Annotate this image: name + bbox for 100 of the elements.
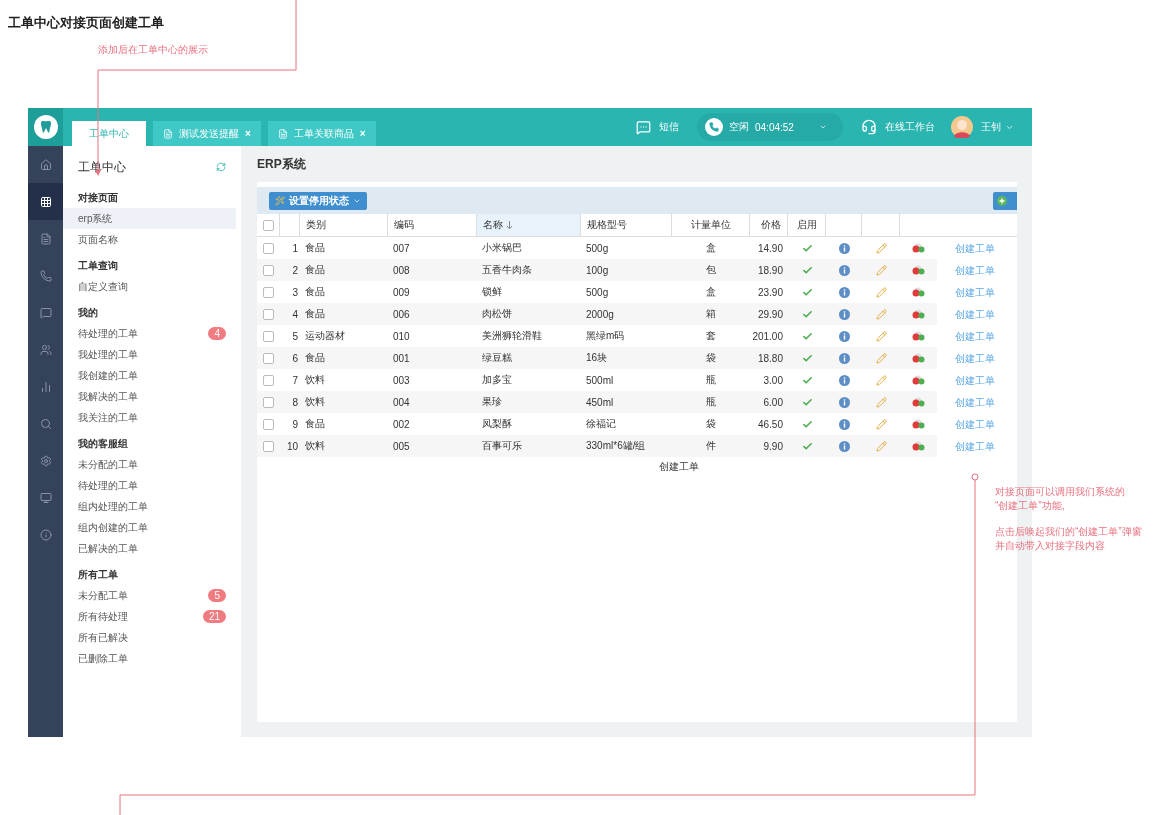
delete-icon[interactable]: [912, 353, 925, 363]
table-cell-text: 美洲狮轮滑鞋: [481, 329, 543, 343]
pencil-icon[interactable]: [875, 418, 887, 430]
column-header[interactable]: 名称: [477, 214, 581, 236]
table-cell-text: 006: [392, 307, 411, 322]
nav-label: 组内创建的工单: [78, 520, 148, 535]
nav-item[interactable]: 页面名称: [63, 229, 236, 250]
table-cell-text: 盒: [705, 285, 717, 299]
info-icon[interactable]: [838, 418, 850, 430]
delete-icon[interactable]: [912, 287, 925, 297]
nav-item[interactable]: 待处理的工单 4: [63, 323, 236, 344]
info-icon[interactable]: [838, 242, 850, 254]
nav-item[interactable]: 组内处理的工单: [63, 496, 236, 517]
table-cell-text: 010: [392, 329, 411, 344]
nav-heading: 对接页面: [77, 191, 118, 205]
pencil-icon[interactable]: [875, 308, 887, 320]
table-cell-text: 18.90: [756, 263, 784, 278]
table-cell-text: 005: [392, 439, 411, 454]
nav-item[interactable]: 未分配工单 5: [63, 585, 236, 606]
annotation-line: 点击后唤起我们的“创建工单”弹窗: [995, 525, 1142, 539]
delete-icon[interactable]: [912, 243, 925, 253]
nav-item[interactable]: 自定义查询: [63, 276, 236, 297]
row-number: 5: [291, 329, 299, 344]
info-icon[interactable]: [838, 396, 850, 408]
check-icon: [801, 308, 813, 320]
info-icon[interactable]: [838, 286, 850, 298]
nav-item[interactable]: 所有待处理 21: [63, 606, 236, 627]
row-checkbox[interactable]: [263, 308, 274, 320]
row-checkbox[interactable]: [263, 330, 274, 342]
table-cell-text: 食品: [304, 285, 326, 299]
nav-item[interactable]: 待处理的工单: [63, 475, 236, 496]
refresh-icon[interactable]: [216, 162, 226, 172]
pencil-icon[interactable]: [875, 440, 887, 452]
info-icon[interactable]: [838, 352, 850, 364]
table-cell-text: 001: [392, 351, 411, 366]
row-checkbox[interactable]: [263, 286, 274, 298]
table-cell-text: 饮料: [304, 395, 326, 409]
row-checkbox[interactable]: [263, 264, 274, 276]
delete-icon[interactable]: [912, 419, 925, 429]
nav-label: 我创建的工单: [78, 368, 138, 383]
pencil-icon[interactable]: [875, 242, 887, 254]
pencil-icon[interactable]: [875, 352, 887, 364]
table-cell-text: 004: [392, 395, 411, 410]
count-badge: 4: [208, 327, 226, 340]
info-icon[interactable]: [838, 440, 850, 452]
nav-item[interactable]: 所有已解决: [63, 627, 236, 648]
nav-label: 我处理的工单: [78, 347, 138, 362]
delete-icon[interactable]: [912, 309, 925, 319]
delete-icon[interactable]: [912, 441, 925, 451]
table-cell-text: 小米锅巴: [481, 241, 523, 255]
table-cell-text: 肉松饼: [481, 307, 513, 321]
row-checkbox[interactable]: [263, 374, 274, 386]
pencil-icon[interactable]: [875, 330, 887, 342]
nav-item[interactable]: 我解决的工单: [63, 386, 236, 407]
info-icon[interactable]: [838, 308, 850, 320]
document-title: 工单中心对接页面创建工单: [8, 14, 164, 32]
row-checkbox[interactable]: [263, 440, 274, 452]
row-checkbox[interactable]: [263, 418, 274, 430]
nav-item[interactable]: 已删除工单: [63, 648, 236, 669]
pencil-icon[interactable]: [875, 396, 887, 408]
search-icon: [39, 417, 52, 430]
row-number: 10: [285, 439, 299, 454]
nav-label: erp系统: [78, 211, 113, 226]
delete-icon[interactable]: [912, 265, 925, 275]
row-checkbox[interactable]: [263, 352, 274, 364]
table-cell-text: 23.90: [756, 285, 784, 300]
avatar[interactable]: [951, 116, 973, 138]
nav-item[interactable]: 我关注的工单: [63, 407, 236, 428]
pencil-icon[interactable]: [875, 374, 887, 386]
table-cell-text: 件: [705, 439, 717, 453]
annotation-note: 添加后在工单中心的展示: [98, 43, 208, 57]
select-all-checkbox[interactable]: [262, 219, 274, 231]
nav-item[interactable]: 我创建的工单: [63, 365, 236, 386]
nav-heading: 我的客服组: [77, 437, 128, 451]
nav-item[interactable]: 已解决的工单: [63, 538, 236, 559]
nav-label: 我解决的工单: [78, 389, 138, 404]
nav-item[interactable]: 我处理的工单: [63, 344, 236, 365]
info-icon[interactable]: [838, 374, 850, 386]
nav-label: 待处理的工单: [78, 326, 138, 341]
row-checkbox[interactable]: [263, 396, 274, 408]
delete-icon[interactable]: [912, 375, 925, 385]
info-icon[interactable]: [838, 330, 850, 342]
nav-item[interactable]: erp系统: [63, 208, 236, 229]
nav-item[interactable]: 组内创建的工单: [63, 517, 236, 538]
row-number: 4: [291, 307, 299, 322]
delete-icon[interactable]: [912, 331, 925, 341]
pencil-icon[interactable]: [875, 286, 887, 298]
nav-label: 组内处理的工单: [78, 499, 148, 514]
nav-label: 未分配工单: [78, 588, 128, 603]
add-button[interactable]: [993, 191, 1017, 210]
pencil-icon[interactable]: [875, 264, 887, 276]
info-icon[interactable]: [838, 264, 850, 276]
check-icon: [801, 286, 813, 298]
message-icon[interactable]: [636, 119, 651, 135]
table-cell-text: 46.50: [756, 417, 784, 432]
headset-icon[interactable]: [861, 119, 877, 135]
check-icon: [801, 242, 813, 254]
row-checkbox[interactable]: [263, 242, 274, 254]
nav-item[interactable]: 未分配的工单: [63, 454, 236, 475]
delete-icon[interactable]: [912, 397, 925, 407]
